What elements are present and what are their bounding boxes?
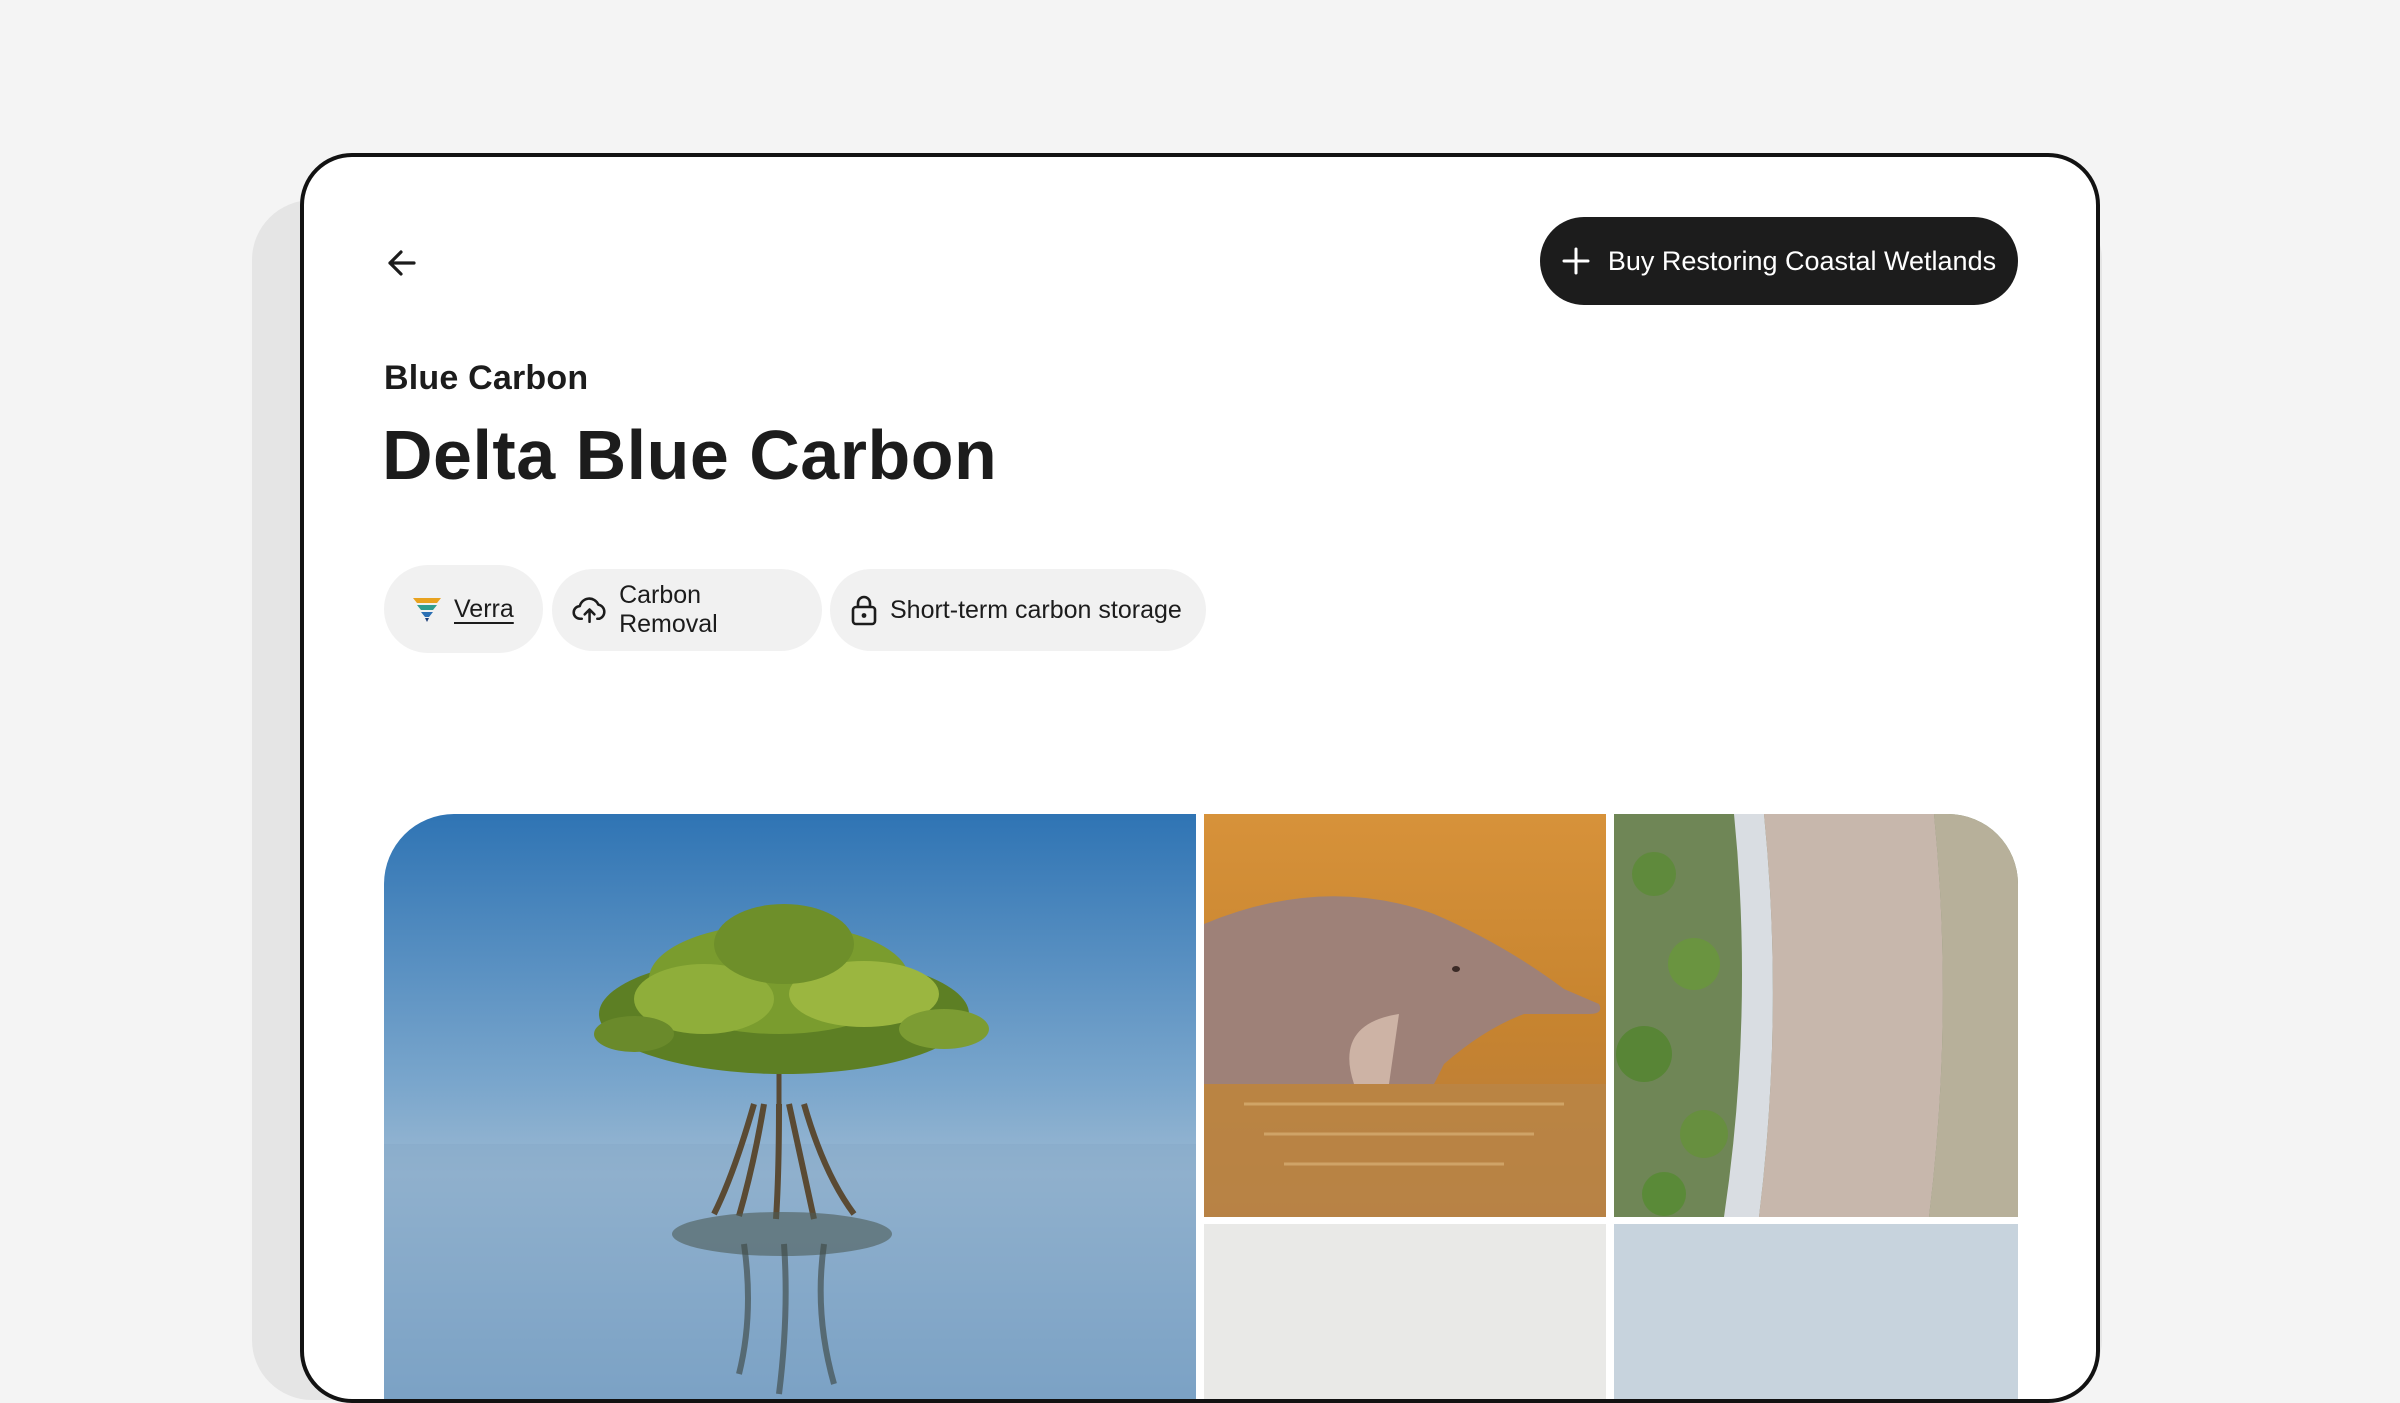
buy-button[interactable]: Buy Restoring Coastal Wetlands	[1540, 217, 2018, 305]
plus-icon	[1562, 247, 1590, 275]
cloud-upload-icon	[572, 597, 606, 623]
back-button[interactable]	[380, 241, 424, 285]
gallery-photo-5[interactable]	[1614, 1224, 2018, 1399]
project-detail-panel: Buy Restoring Coastal Wetlands Blue Carb…	[300, 153, 2100, 1403]
buy-button-label: Buy Restoring Coastal Wetlands	[1607, 245, 1997, 276]
arrow-left-icon	[388, 250, 416, 276]
tag-verra-link[interactable]: Verra	[384, 565, 543, 653]
gallery-photo-4[interactable]	[1204, 1224, 1606, 1399]
aerial-beach-photo[interactable]	[1614, 814, 2018, 1217]
project-image-gallery	[384, 814, 2018, 1399]
page-title: Delta Blue Carbon	[382, 416, 998, 494]
tag-label: Verra	[454, 594, 514, 623]
tag-carbon-removal: Carbon Removal	[552, 569, 822, 651]
project-category: Blue Carbon	[384, 359, 589, 397]
tag-label: Short-term carbon storage	[890, 595, 1182, 624]
lock-icon	[851, 595, 877, 626]
mangrove-tree-photo[interactable]	[384, 814, 1196, 1399]
verra-logo-icon	[413, 598, 441, 622]
tag-carbon-storage: Short-term carbon storage	[830, 569, 1206, 651]
river-dolphin-photo[interactable]	[1204, 814, 1606, 1217]
tag-label: Carbon Removal	[619, 581, 718, 638]
